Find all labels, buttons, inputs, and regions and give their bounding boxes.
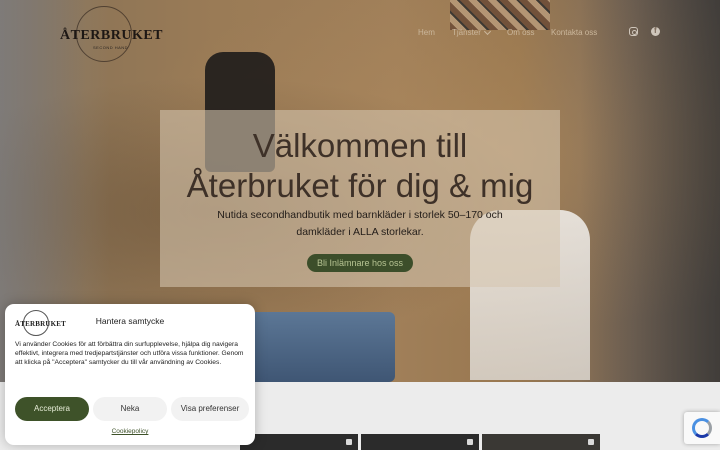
facebook-icon[interactable]: [651, 26, 660, 36]
instagram-icon[interactable]: [629, 27, 638, 36]
nav-item-about[interactable]: Om oss: [507, 28, 535, 37]
cookie-logo-text: ÅTERBRUKET: [15, 320, 67, 328]
hero-jeans: [245, 312, 395, 382]
view-preferences-button[interactable]: Visa preferenser: [171, 397, 249, 421]
hero-title-line2: Återbruket för dig & mig: [186, 167, 534, 204]
gallery-thumbnail[interactable]: [240, 434, 358, 450]
nav-item-contact[interactable]: Kontakta oss: [551, 28, 597, 37]
hero-shade-right: [580, 0, 720, 382]
hero-subtitle-line1: Nutida secondhandbutik med barnkläder i …: [217, 209, 503, 221]
chevron-down-icon: [483, 27, 491, 35]
logo-subtext: SECOND HAND: [93, 45, 129, 50]
hero-text-box: Välkommen till Återbruket för dig & mig …: [160, 110, 560, 287]
cookie-consent-dialog: ÅTERBRUKET Hantera samtycke Vi använder …: [5, 304, 255, 445]
cookie-dialog-title: Hantera samtycke: [95, 316, 165, 326]
gallery-thumbnail[interactable]: [482, 434, 600, 450]
hero-subtitle-line2: damkläder i ALLA storlekar.: [296, 226, 424, 238]
thumbnail-icon: [588, 439, 594, 445]
cookie-policy-link[interactable]: Cookiepolicy: [105, 428, 155, 435]
hero-plaid-scarf: [450, 0, 550, 30]
logo-text: ÅTERBRUKET: [60, 28, 164, 43]
deny-cookies-button[interactable]: Neka: [93, 397, 167, 421]
gallery-thumbnail[interactable]: [361, 434, 479, 450]
nav-item-home[interactable]: Hem: [418, 28, 435, 37]
become-consignor-button[interactable]: Bli Inlämnare hos oss: [307, 254, 413, 272]
hero-title-line1: Välkommen till: [252, 127, 468, 164]
hero-title: Välkommen till Återbruket för dig & mig: [160, 126, 560, 206]
hero-subtitle: Nutida secondhandbutik med barnkläder i …: [200, 207, 520, 241]
site-logo[interactable]: ÅTERBRUKET SECOND HAND: [60, 6, 163, 62]
recaptcha-badge[interactable]: [684, 412, 720, 444]
thumbnail-icon: [346, 439, 352, 445]
nav-item-services[interactable]: Tjänster: [452, 27, 491, 37]
nav-item-services-label: Tjänster: [452, 28, 481, 37]
accept-cookies-button[interactable]: Acceptera: [15, 397, 89, 421]
cookie-dialog-body: Vi använder Cookies för att förbättra di…: [15, 341, 244, 366]
thumbnail-icon: [467, 439, 473, 445]
recaptcha-icon: [692, 418, 712, 438]
cookie-dialog-logo: ÅTERBRUKET: [15, 310, 66, 336]
